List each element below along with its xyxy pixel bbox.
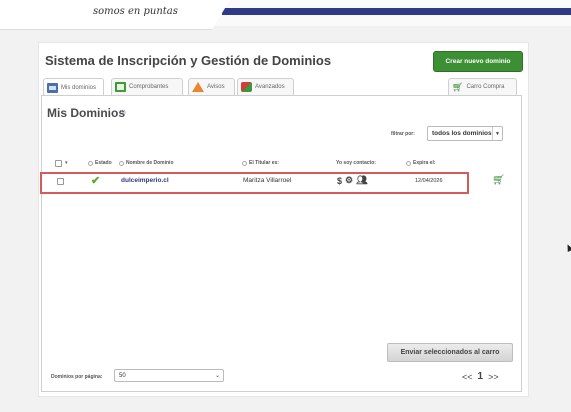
tab-mis-dominios[interactable]: Mis dominios bbox=[43, 78, 104, 96]
filter-value: todos los dominios bbox=[432, 130, 492, 137]
per-page-label: Dominios por página: bbox=[51, 374, 103, 380]
receipts-icon bbox=[115, 82, 126, 92]
people-icon: 👥︎ bbox=[356, 175, 368, 185]
per-page-select[interactable]: 50 ⌄ bbox=[114, 369, 224, 382]
select-all-checkbox[interactable] bbox=[55, 160, 62, 167]
column-label: Estado bbox=[95, 160, 112, 166]
sort-radio-icon bbox=[242, 160, 247, 166]
warning-icon bbox=[192, 82, 204, 92]
tab-comprobantes[interactable]: Comprobantes bbox=[111, 78, 183, 95]
holder-name: Maritza Villarroel bbox=[243, 177, 292, 184]
chevron-down-icon: ⌄ bbox=[214, 373, 220, 379]
domain-link[interactable]: dulceimperio.cl bbox=[121, 177, 169, 184]
column-label: Nombre de Dominio bbox=[126, 160, 174, 166]
header-slogan: somos en puntas bbox=[93, 6, 178, 17]
tab-carro-compra[interactable]: 🛒︎ Carro Compra bbox=[448, 78, 517, 95]
sort-radio-icon bbox=[88, 160, 93, 166]
gear-icon: ⚙︎ bbox=[345, 175, 354, 185]
column-header-contact: Yo soy contacto: bbox=[336, 160, 376, 166]
tab-label: Mis dominios bbox=[61, 84, 97, 91]
tab-label: Avisos bbox=[207, 84, 225, 90]
tab-label: Comprobantes bbox=[129, 84, 169, 90]
next-page-link[interactable]: >> bbox=[488, 372, 499, 382]
check-icon: ✔ bbox=[91, 175, 101, 187]
select-dropdown-icon[interactable]: ▾ bbox=[65, 160, 68, 166]
column-header-holder[interactable]: El Titular es: bbox=[242, 160, 279, 166]
sort-radio-icon bbox=[119, 160, 124, 166]
sort-radio-icon bbox=[406, 160, 411, 166]
tab-label: Avanzados bbox=[255, 84, 285, 90]
header-brand-band bbox=[222, 8, 571, 15]
per-page-value: 50 bbox=[119, 372, 126, 379]
tab-label: Carro Compra bbox=[466, 84, 505, 90]
domains-icon bbox=[47, 82, 58, 93]
row-checkbox[interactable] bbox=[57, 178, 64, 185]
column-header-domain[interactable]: Nombre de Dominio bbox=[119, 160, 174, 166]
expiry-date: 12/04/2026 bbox=[415, 178, 443, 184]
chevron-down-icon: ▼ bbox=[492, 127, 502, 140]
column-header-status[interactable]: Estado bbox=[88, 160, 112, 166]
create-domain-button[interactable]: Crear nuevo dominio bbox=[433, 51, 523, 72]
send-to-cart-button[interactable]: Enviar seleccionados al carro bbox=[387, 343, 513, 362]
current-page: 1 bbox=[477, 371, 484, 382]
cart-icon: 🛒︎ bbox=[452, 81, 464, 92]
tools-icon bbox=[241, 82, 252, 92]
filter-label: filtrar por: bbox=[391, 131, 415, 137]
dollar-icon: $ bbox=[337, 175, 343, 186]
tab-avanzados[interactable]: Avanzados bbox=[237, 78, 294, 95]
column-label: Yo soy contacto: bbox=[336, 160, 376, 166]
contact-roles: $ ⚙︎ 👥︎ bbox=[337, 175, 368, 186]
pagination: << 1 >> bbox=[462, 371, 499, 382]
prev-page-link[interactable]: << bbox=[462, 372, 473, 382]
filter-select[interactable]: todos los dominios ▼ bbox=[427, 126, 503, 141]
section-title: Mis Dominios bbox=[47, 106, 126, 120]
help-link[interactable]: (?) bbox=[119, 110, 126, 116]
page-title: Sistema de Inscripción y Gestión de Domi… bbox=[45, 53, 332, 68]
cart-icon[interactable]: 🛒︎ bbox=[492, 175, 505, 186]
tab-avisos[interactable]: Avisos bbox=[188, 78, 235, 95]
column-label: El Titular es: bbox=[249, 160, 279, 166]
column-header-expires[interactable]: Expira el: bbox=[406, 160, 436, 166]
column-label: Expira el: bbox=[413, 160, 436, 166]
